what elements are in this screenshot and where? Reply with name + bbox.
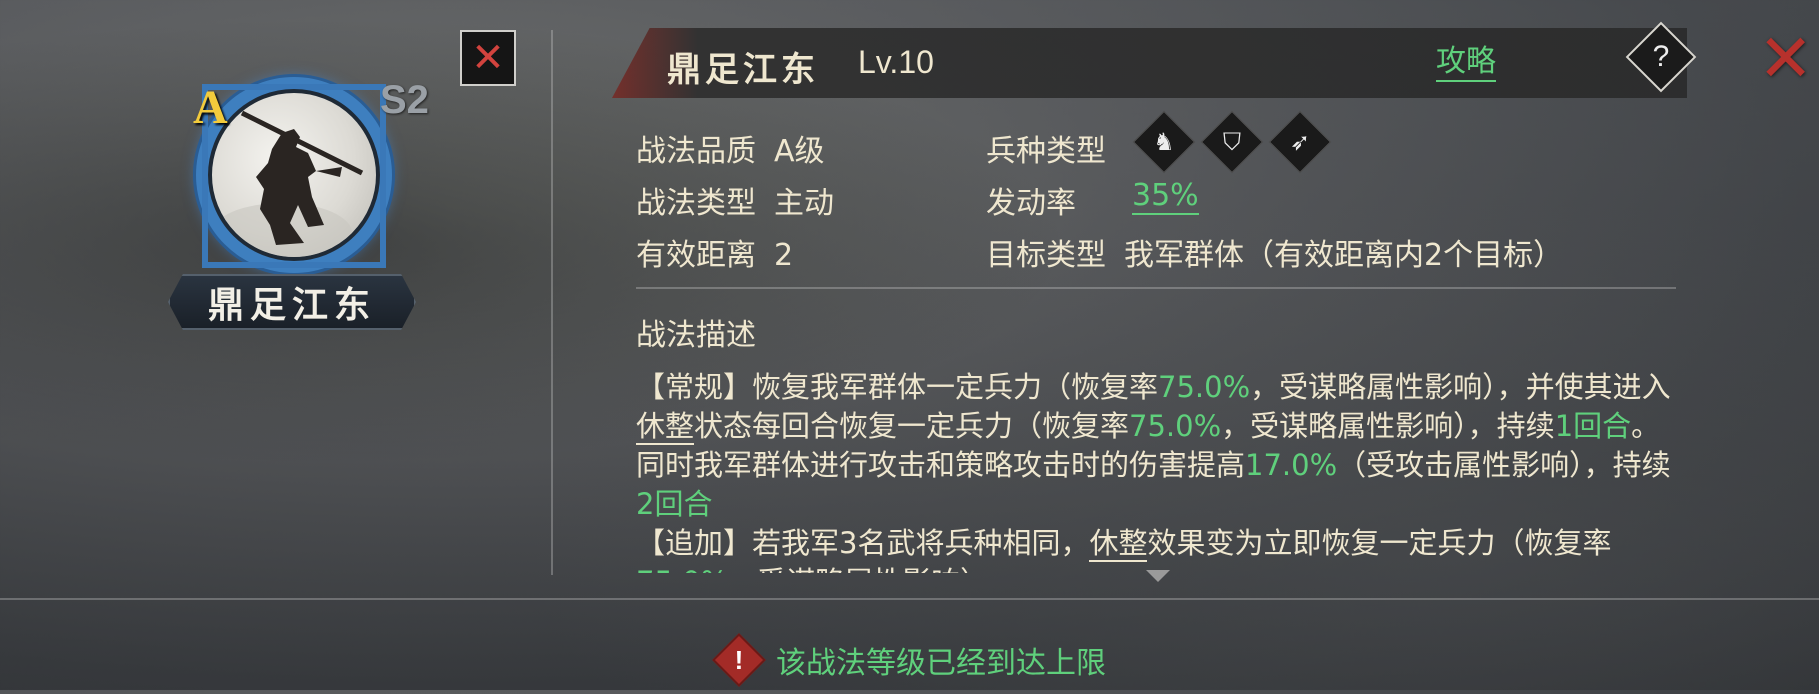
skill-emblem: A S2 鼎足江东 [168,72,468,332]
trigger-label: 发动率 [986,186,1076,221]
scroll-down-icon[interactable] [1146,570,1170,582]
close-button[interactable]: ✕ [1758,26,1813,92]
desc-text: 状态每回合恢复一定兵力（恢复率 [694,409,1130,443]
skill-level: Lv.10 [858,44,934,80]
skill-portrait [208,89,380,261]
range-row: 有效距离 2 [636,230,793,274]
warning-icon: ! [712,633,766,687]
desc-text: 【追加】若我军3名武将兵种相同， [636,526,1090,560]
small-close-button[interactable]: ✕ [460,30,516,86]
trigger-value-wrap: 35% [1132,178,1199,215]
desc-text: ，受谋略属性影响） [728,565,989,573]
section-divider [636,287,1676,289]
guide-link[interactable]: 攻略 [1436,44,1496,82]
type-label: 战法类型 [636,186,756,221]
desc-highlight: 75.0% [636,565,728,573]
troop-row: 兵种类型 [986,126,1106,170]
max-level-notice: ! 该战法等级已经到达上限 [712,633,1106,687]
quality-row: 战法品质 A级 [636,126,825,170]
desc-highlight: 1回合 [1554,409,1632,443]
desc-text: 效果变为立即恢复一定兵力（恢复率 [1147,526,1612,560]
troop-label: 兵种类型 [986,134,1106,169]
quality-label: 战法品质 [636,134,756,169]
warrior-silhouette-icon [212,110,364,257]
desc-highlight: 75.0% [1129,409,1222,443]
range-value: 2 [774,238,794,273]
type-value: 主动 [774,186,834,221]
banner-name: 鼎足江东 [207,284,376,326]
desc-highlight: 17.0% [1245,448,1338,482]
question-icon: ? [1652,40,1670,73]
skill-grade: A [193,81,228,134]
desc-text: ，受谋略属性影响），并使其进入 [1250,370,1671,404]
season-tag: S2 [380,78,429,122]
rest-status-link[interactable]: 休整 [1089,526,1148,562]
skill-name-banner: 鼎足江东 [168,274,416,330]
target-label: 目标类型 [986,238,1106,273]
desc-highlight: 75.0% [1158,370,1251,404]
desc-text: （受攻击属性影响），持续 [1337,448,1671,482]
trigger-row: 发动率 [986,178,1076,222]
warning-glyph: ! [734,644,744,675]
rest-status-link[interactable]: 休整 [636,409,695,445]
description-title: 战法描述 [636,318,756,353]
quality-value: A级 [774,134,825,169]
type-row: 战法类型 主动 [636,178,834,222]
desc-text: ，受谋略属性影响），持续 [1221,409,1555,443]
vertical-divider [551,30,553,575]
skill-title: 鼎足江东 [667,50,819,90]
target-value: 我军群体（有效距离内2个目标） [1124,238,1564,273]
warning-text: 该战法等级已经到达上限 [776,646,1106,681]
desc-highlight: 2回合 [636,487,713,521]
description-text: 【常规】恢复我军群体一定兵力（恢复率75.0%，受谋略属性影响），并使其进入休整… [636,368,1686,573]
horizontal-divider [0,598,1819,600]
desc-text: 【常规】恢复我军群体一定兵力（恢复率 [636,370,1159,404]
target-row: 目标类型 我军群体（有效距离内2个目标） [986,230,1563,274]
close-icon: ✕ [471,35,505,81]
range-label: 有效距离 [636,238,756,273]
trigger-value[interactable]: 35% [1132,178,1199,215]
